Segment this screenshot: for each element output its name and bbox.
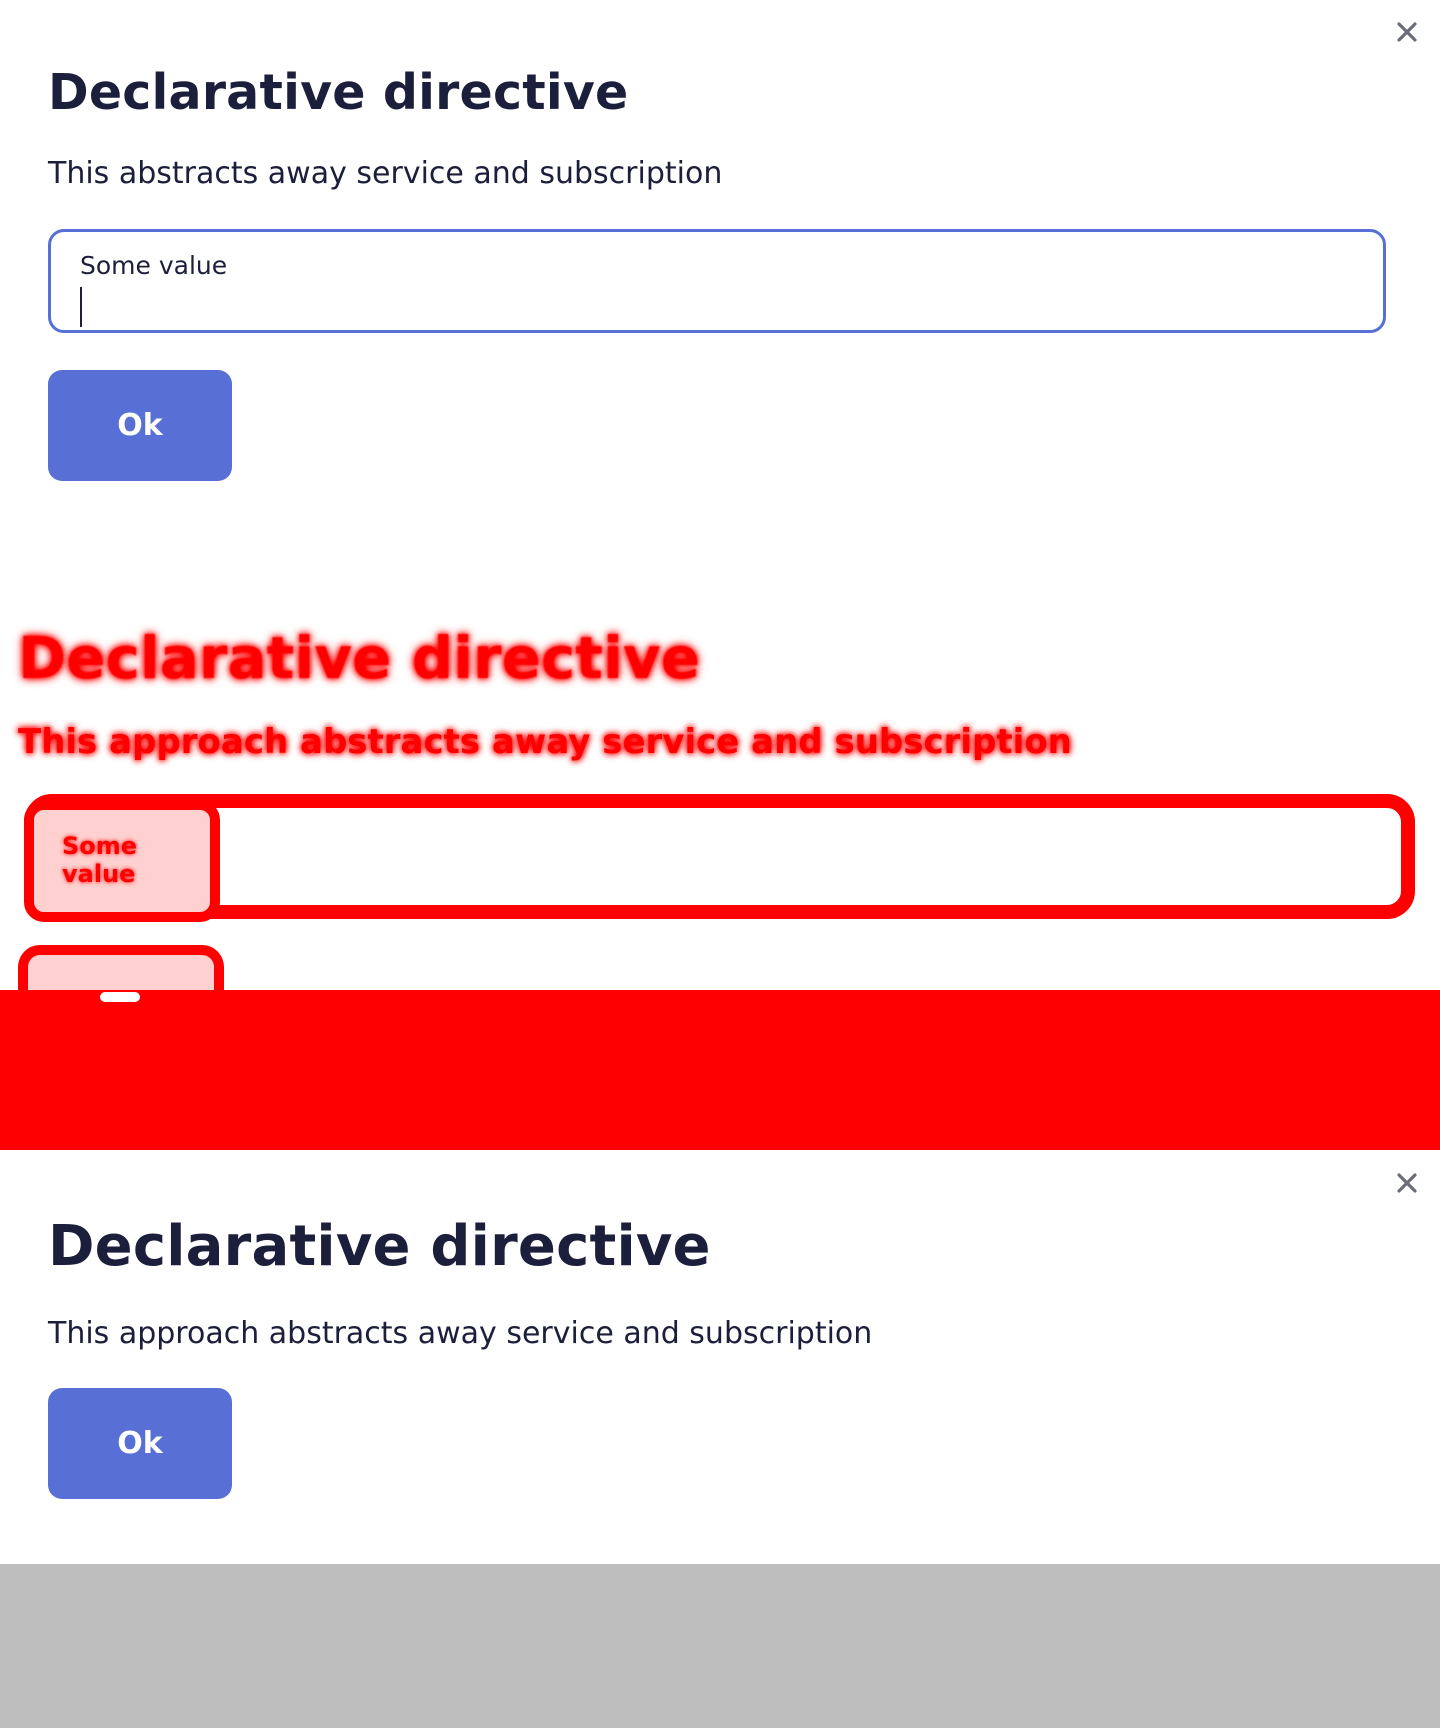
diff-block-notch [100, 992, 140, 1002]
diff-description: This approach abstracts away service and… [18, 722, 1072, 762]
dialog-title: Declarative directive [48, 1214, 711, 1279]
close-icon-glyph [1397, 22, 1417, 42]
input-label: Some value [80, 251, 228, 280]
diff-title: Declarative directive [18, 624, 701, 692]
diff-input-outline [24, 794, 1415, 919]
dialog-description: This approach abstracts away service and… [48, 1316, 873, 1351]
dialog-title: Declarative directive [48, 64, 629, 121]
some-value-field[interactable]: Some value [48, 229, 1386, 333]
close-icon[interactable] [1394, 1170, 1420, 1196]
ok-button[interactable]: Ok [48, 370, 232, 481]
some-value-input[interactable] [80, 288, 1350, 328]
dialog-description: This abstracts away service and subscrip… [48, 156, 723, 191]
diff-overlay: Declarative directive This approach abst… [0, 600, 1440, 1150]
grey-footer [0, 1564, 1440, 1728]
close-icon-glyph [1397, 1173, 1417, 1193]
ok-button[interactable]: Ok [48, 1388, 232, 1499]
screenshot-canvas: Declarative directive This abstracts awa… [0, 0, 1440, 1728]
diff-label-box: Some value [24, 800, 220, 922]
diff-input-label: Some value [62, 832, 138, 888]
text-caret [80, 287, 82, 327]
close-icon[interactable] [1394, 19, 1420, 45]
diff-block [0, 990, 1440, 1150]
